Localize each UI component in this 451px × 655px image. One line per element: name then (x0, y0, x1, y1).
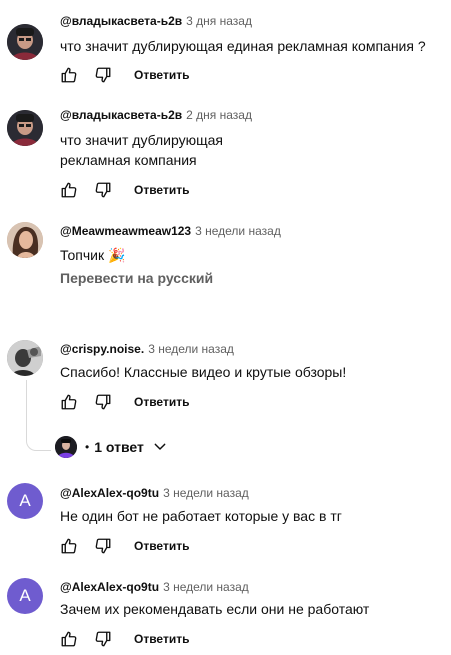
comment-text: Зачем их рекомендавать если они не работ… (60, 601, 370, 617)
thumb-up-icon[interactable] (60, 66, 78, 84)
thumb-up-icon[interactable] (60, 537, 78, 555)
comment-time[interactable]: 3 дня назад (186, 14, 252, 28)
thumb-down-icon[interactable] (94, 181, 112, 199)
avatar[interactable]: A (7, 578, 43, 614)
comment-text-line: рекламная компания (60, 152, 197, 168)
comment-author[interactable]: @crispy.noise. (60, 342, 144, 356)
translate-button[interactable]: Перевести на русский (60, 270, 213, 286)
avatar[interactable] (7, 222, 43, 258)
comment-author[interactable]: @владыкасвета-ь2в (60, 108, 182, 122)
comment-time[interactable]: 3 недели назад (163, 486, 249, 500)
thumb-up-icon[interactable] (60, 181, 78, 199)
thumb-down-icon[interactable] (94, 630, 112, 648)
avatar[interactable] (7, 24, 43, 60)
reply-avatar (55, 436, 77, 458)
comment-author[interactable]: @AlexAlex-qo9tu (60, 486, 159, 500)
reply-button[interactable]: Ответить (134, 632, 189, 646)
reply-button[interactable]: Ответить (134, 395, 189, 409)
comment-text: что значит дублирующая единая рекламная … (60, 38, 426, 54)
replies-toggle[interactable]: • 1 ответ (55, 435, 168, 459)
comment-text: Топчик 🎉 (60, 247, 126, 263)
thumb-up-icon[interactable] (60, 393, 78, 411)
comment-time[interactable]: 3 недели назад (148, 342, 234, 356)
reply-button[interactable]: Ответить (134, 183, 189, 197)
avatar[interactable]: A (7, 483, 43, 519)
thumb-down-icon[interactable] (94, 393, 112, 411)
thumb-down-icon[interactable] (94, 537, 112, 555)
thumb-up-icon[interactable] (60, 630, 78, 648)
comment-text: Не один бот не работает которые у вас в … (60, 508, 342, 524)
replies-count[interactable]: 1 ответ (94, 439, 144, 455)
comment-author[interactable]: @владыкасвета-ь2в (60, 14, 182, 28)
separator-dot: • (85, 440, 90, 454)
comment-time[interactable]: 2 дня назад (186, 108, 252, 122)
comment-author[interactable]: @AlexAlex-qo9tu (60, 580, 159, 594)
thumb-down-icon[interactable] (94, 66, 112, 84)
reply-button[interactable]: Ответить (134, 68, 189, 82)
thread-connector (26, 380, 51, 451)
reply-button[interactable]: Ответить (134, 539, 189, 553)
chevron-down-icon[interactable] (152, 439, 168, 455)
comment-author[interactable]: @Meawmeawmeaw123 (60, 224, 191, 238)
comment-text: Спасибо! Классные видео и крутые обзоры! (60, 364, 347, 380)
comment-time[interactable]: 3 недели назад (163, 580, 249, 594)
avatar[interactable] (7, 340, 43, 376)
avatar[interactable] (7, 110, 43, 146)
comment-text: что значит дублирующая рекламная компани… (60, 130, 223, 170)
comment-time[interactable]: 3 недели назад (195, 224, 281, 238)
comment-text-line: что значит дублирующая (60, 132, 223, 148)
